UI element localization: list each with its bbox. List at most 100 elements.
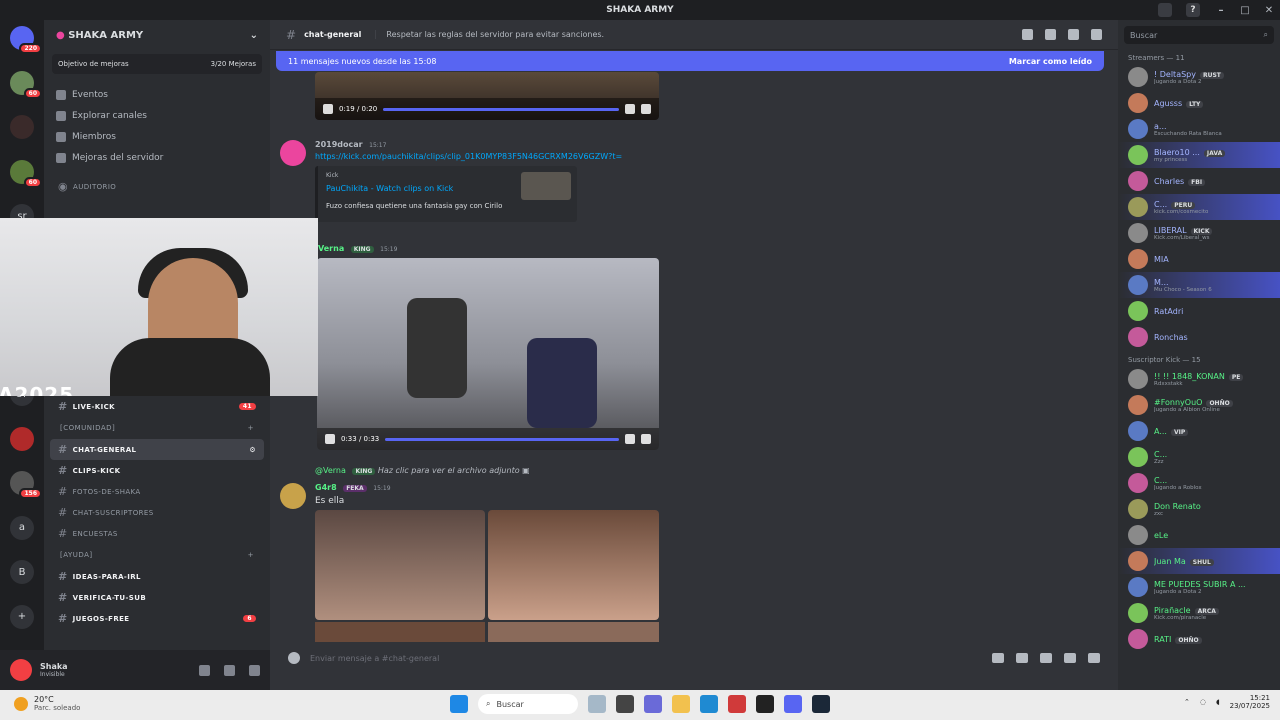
discord-icon[interactable] [784,695,802,713]
settings-icon[interactable]: ⚙ [249,446,256,454]
channel-verifica-tu-sub[interactable]: # verifica-tu-sub [44,587,270,608]
boost-progress[interactable]: Objetivo de mejoras 3/20 Mejoras [52,54,262,74]
microphone-icon[interactable] [199,664,210,676]
member-item[interactable]: MIA [1118,246,1280,272]
channel-chat-general[interactable]: # chat-general ⚙ [50,439,264,460]
member-item[interactable]: Don Renato zxc [1118,496,1280,522]
avatar[interactable] [1128,473,1148,493]
pin-icon[interactable] [1068,29,1079,40]
video-progress[interactable] [383,107,619,111]
member-item[interactable]: ME PUEDES SUBIR A ... Jugando a Dota 2 [1118,574,1280,600]
network-icon[interactable]: ◌ [1200,698,1206,706]
channel-live-kick[interactable]: # live-kick 41 [44,396,270,417]
image-attachment[interactable] [315,510,485,620]
file-explorer-icon[interactable] [672,695,690,713]
avatar[interactable] [1128,171,1148,191]
clock-time[interactable]: 15:21 [1230,694,1270,702]
edge-icon[interactable] [700,695,718,713]
new-messages-bar[interactable]: 11 mensajes nuevos desde las 15:08 Marca… [276,51,1104,71]
channel-encuestas[interactable]: # encuestas [44,523,270,544]
member-item[interactable]: !! !! 1848_KONAN PE Rdxxstakk [1118,366,1280,392]
member-list-icon[interactable] [1091,29,1102,40]
author-name[interactable]: G4r8 [315,483,337,492]
server-icon[interactable]: B [10,560,34,584]
apps-icon[interactable] [1088,653,1100,663]
headphones-icon[interactable] [224,664,235,676]
volume-icon[interactable]: ◖ [1216,698,1220,706]
server-icon[interactable]: 60 [10,159,42,188]
fullscreen-icon[interactable] [641,434,651,444]
message-link[interactable]: https://kick.com/pauchikita/clips/clip_0… [315,152,622,161]
message-composer[interactable]: Enviar mensaje a #chat-general [280,647,1108,669]
channel-auditorio[interactable]: ◉ Auditorio [44,176,270,197]
app-icon[interactable] [756,695,774,713]
taskbar-search[interactable]: ⌕ Buscar [478,694,578,714]
avatar[interactable] [1128,275,1148,295]
member-item[interactable]: Agusss LTY [1118,90,1280,116]
help-icon[interactable]: ? [1186,3,1200,17]
avatar[interactable] [1128,223,1148,243]
image-attachment[interactable] [315,622,485,642]
avatar[interactable] [1128,93,1148,113]
inbox-icon[interactable] [1158,3,1172,17]
avatar[interactable] [1128,421,1148,441]
gif-icon[interactable] [1016,653,1028,663]
video-attachment-1[interactable]: 0:19 / 0:20 [315,72,659,120]
emoji-icon[interactable] [1064,653,1076,663]
tray-chevron-icon[interactable]: ⌃ [1184,698,1190,706]
avatar[interactable] [280,483,306,509]
member-item[interactable]: RATI OHÑO [1118,626,1280,652]
widgets-icon[interactable] [588,695,606,713]
author-name[interactable]: Verna [318,244,344,253]
member-item[interactable]: Ronchas [1118,324,1280,350]
menu-server-boost[interactable]: Mejoras del servidor [44,147,270,168]
app-icon[interactable] [728,695,746,713]
avatar[interactable] [1128,395,1148,415]
channel-chat-suscriptores[interactable]: # chat-suscriptores [44,502,270,523]
avatar[interactable] [1128,197,1148,217]
member-item[interactable]: Pirañacle ARCA Kick.com/piranacle [1118,600,1280,626]
avatar[interactable] [1128,301,1148,321]
maximize-button[interactable]: □ [1234,0,1256,20]
category-ayuda[interactable]: [AYUDA] + [44,544,270,566]
avatar[interactable] [1128,525,1148,545]
member-item[interactable]: C... Jugando a Roblox [1118,470,1280,496]
reply-preview[interactable]: @Verna KING Haz clic para ver el archivo… [315,466,530,475]
menu-browse-channels[interactable]: Explorar canales [44,105,270,126]
windows-start-icon[interactable] [450,695,468,713]
volume-icon[interactable] [625,434,635,444]
member-item[interactable]: eLe [1118,522,1280,548]
menu-events[interactable]: Eventos [44,84,270,105]
mark-as-read-button[interactable]: Marcar como leído [1009,57,1092,66]
menu-members[interactable]: Miembros [44,126,270,147]
server-icon[interactable]: + [10,604,34,629]
attach-plus-icon[interactable] [288,652,300,664]
server-icon[interactable]: 60 [10,70,42,99]
member-item[interactable]: M... Mu Choco - Season 6 [1118,272,1280,298]
embed-thumbnail[interactable] [521,172,571,200]
member-item[interactable]: a... Escuchando Rata Blanca [1118,116,1280,142]
sticker-icon[interactable] [1040,653,1052,663]
member-item[interactable]: Charles FBI [1118,168,1280,194]
avatar[interactable] [10,659,32,681]
avatar[interactable] [280,140,306,166]
server-icon[interactable]: 156 [10,471,42,499]
avatar[interactable] [1128,629,1148,649]
member-item[interactable]: Juan Ma SHUL [1118,548,1280,574]
add-channel-icon[interactable]: + [248,424,254,432]
clock-date[interactable]: 23/07/2025 [1230,702,1270,710]
copilot-icon[interactable] [644,695,662,713]
image-attachment[interactable] [488,510,659,620]
threads-icon[interactable] [1022,29,1033,40]
server-icon[interactable] [10,426,34,451]
member-item[interactable]: RatAdri [1118,298,1280,324]
task-view-icon[interactable] [616,695,634,713]
channel-juegos-free[interactable]: # juegos-free 6 [44,608,270,629]
minimize-button[interactable]: – [1210,0,1232,20]
play-icon[interactable] [323,104,333,114]
server-icon[interactable]: 220 [10,26,42,54]
avatar[interactable] [1128,499,1148,519]
member-item[interactable]: C... Zzz [1118,444,1280,470]
avatar[interactable] [1128,603,1148,623]
volume-icon[interactable] [625,104,635,114]
